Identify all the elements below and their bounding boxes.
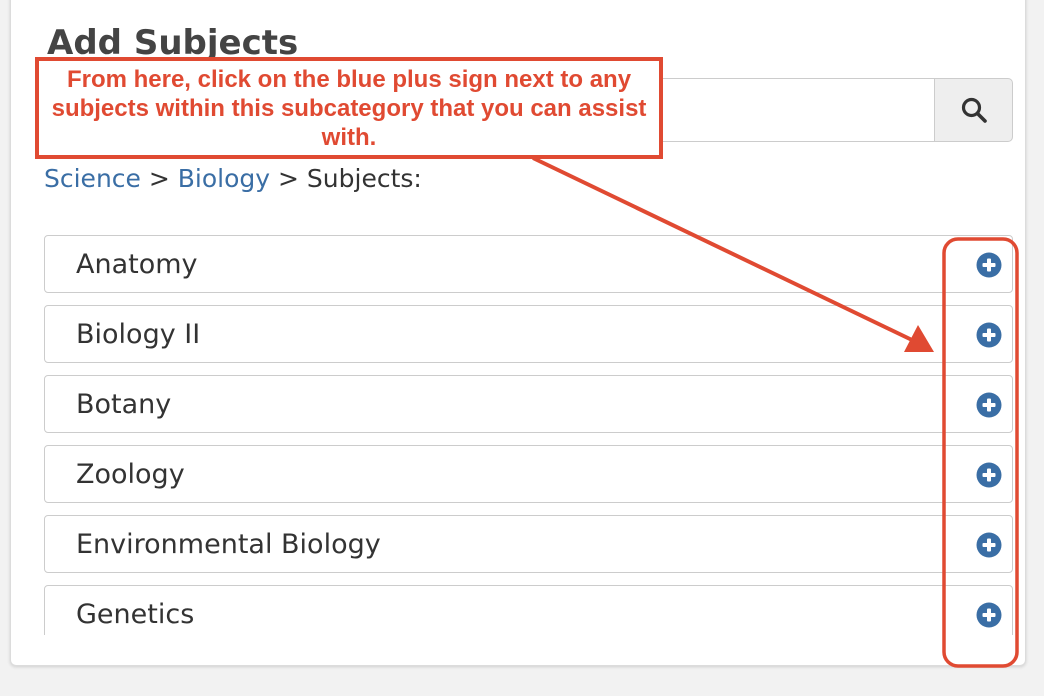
breadcrumb-current: Subjects: [306, 164, 422, 193]
subject-label: Genetics [76, 599, 195, 630]
subject-label: Biology II [76, 319, 201, 350]
subject-row-biology-ii: Biology II [44, 305, 1013, 363]
breadcrumb: Science > Biology > Subjects: [44, 161, 422, 197]
plus-circle-icon[interactable] [976, 392, 1002, 418]
search-button[interactable] [934, 78, 1013, 142]
search-icon [961, 97, 987, 123]
subject-label: Botany [76, 389, 172, 420]
subject-label: Anatomy [76, 249, 198, 280]
subject-row-zoology: Zoology [44, 445, 1013, 503]
subject-list: Anatomy Biology II Botany Zoology Enviro… [44, 235, 1013, 635]
subject-label: Environmental Biology [76, 529, 381, 560]
annotation-callout: From here, click on the blue plus sign n… [35, 57, 663, 159]
subject-row-botany: Botany [44, 375, 1013, 433]
plus-circle-icon[interactable] [976, 532, 1002, 558]
subject-row-anatomy: Anatomy [44, 235, 1013, 293]
breadcrumb-link-science[interactable]: Science [44, 164, 141, 193]
plus-circle-icon[interactable] [976, 322, 1002, 348]
subject-row-genetics: Genetics [44, 585, 1013, 635]
plus-circle-icon[interactable] [976, 602, 1002, 628]
breadcrumb-separator: > [270, 164, 307, 193]
plus-circle-icon[interactable] [976, 252, 1002, 278]
plus-circle-icon[interactable] [976, 462, 1002, 488]
breadcrumb-link-biology[interactable]: Biology [178, 164, 270, 193]
subject-row-environmental-biology: Environmental Biology [44, 515, 1013, 573]
breadcrumb-separator: > [140, 164, 178, 193]
subject-label: Zoology [76, 459, 185, 490]
